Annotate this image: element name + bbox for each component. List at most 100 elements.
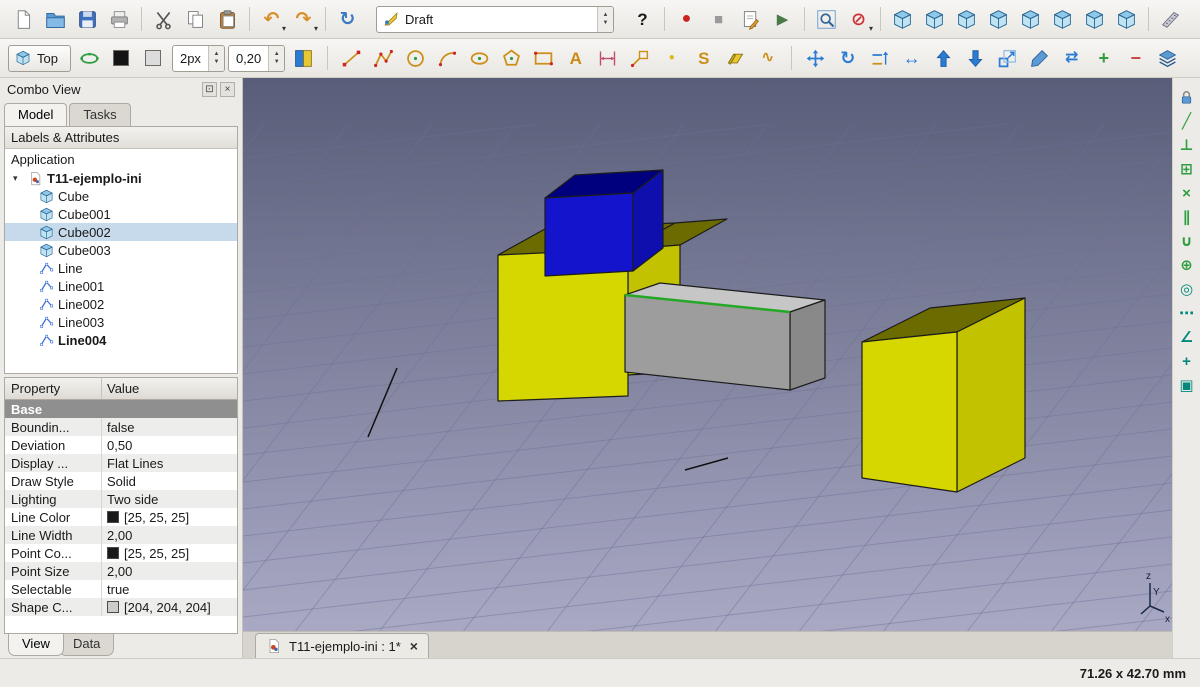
draft-move-button[interactable] (800, 43, 831, 74)
right-cube-front-face[interactable] (862, 332, 957, 492)
workbench-selector[interactable]: Draft ▲▼ (376, 6, 614, 33)
snap-angle-button[interactable]: ∠ (1175, 326, 1199, 349)
tree-item-T11-ejemplo-ini[interactable]: ▾T11-ejemplo-ini (5, 169, 237, 187)
draw-style-button[interactable]: ⊘▾ (843, 4, 874, 35)
beam-end-face[interactable] (790, 300, 825, 390)
draft-bezier-button[interactable]: ∿ (752, 43, 783, 74)
property-value[interactable]: [25, 25, 25] (102, 546, 237, 561)
open-document-button[interactable] (40, 4, 71, 35)
draft-polyline-button[interactable] (368, 43, 399, 74)
draft-dimension-button[interactable] (592, 43, 623, 74)
blue-cube-front-face[interactable] (545, 193, 633, 276)
draft-circle-button[interactable] (400, 43, 431, 74)
property-row-point-size[interactable]: Point Size2,00 (5, 562, 237, 580)
snap-lock-button[interactable] (1175, 86, 1199, 109)
property-row-point-co-[interactable]: Point Co...[25, 25, 25] (5, 544, 237, 562)
line-width-spinbox[interactable]: 2px ▲▼ (172, 45, 225, 72)
tree-item-Cube[interactable]: Cube (5, 187, 237, 205)
draft-to-sketch-button[interactable]: ⇄ (1056, 43, 1087, 74)
tree-item-Cube003[interactable]: Cube003 (5, 241, 237, 259)
property-row-boundin-[interactable]: Boundin...false (5, 418, 237, 436)
property-row-line-color[interactable]: Line Color[25, 25, 25] (5, 508, 237, 526)
redo-button[interactable]: ↷▾ (288, 4, 319, 35)
draft-edit-button[interactable] (1024, 43, 1055, 74)
spin-down-icon[interactable]: ▼ (274, 58, 280, 66)
draft-offset-button[interactable] (864, 43, 895, 74)
view-bottom-button[interactable] (1079, 4, 1110, 35)
property-row-lighting[interactable]: LightingTwo side (5, 490, 237, 508)
tree-item-Line004[interactable]: Line004 (5, 331, 237, 349)
line-color-button[interactable] (106, 43, 137, 74)
property-value[interactable]: 0,50 (102, 438, 237, 453)
snap-extension-button[interactable]: + (1175, 350, 1199, 373)
snap-ortho-button[interactable]: ⋯ (1175, 302, 1199, 325)
draft-text-button[interactable]: A (560, 43, 591, 74)
spin-up-icon[interactable]: ▲ (603, 11, 609, 19)
view-left-button[interactable] (1111, 4, 1142, 35)
tree-item-Line003[interactable]: Line003 (5, 313, 237, 331)
macro-record-button[interactable]: ● (671, 4, 702, 35)
draft-rectangle-button[interactable] (528, 43, 559, 74)
property-value[interactable]: false (102, 420, 237, 435)
spin-up-icon[interactable]: ▲ (213, 50, 219, 58)
snap-center-button[interactable]: ⊕ (1175, 254, 1199, 277)
viewport-3d[interactable]: z Y x (243, 78, 1172, 631)
select-plane-button[interactable] (74, 43, 105, 74)
draft-point-button[interactable]: ● (656, 43, 687, 74)
property-row-selectable[interactable]: Selectabletrue (5, 580, 237, 598)
spin-down-icon[interactable]: ▼ (213, 58, 219, 66)
draft-polygon-button[interactable] (496, 43, 527, 74)
macro-stop-button[interactable]: ■ (703, 4, 734, 35)
tree-item-Cube001[interactable]: Cube001 (5, 205, 237, 223)
snap-tangent-button[interactable]: ∪ (1175, 230, 1199, 253)
draft-downgrade-button[interactable] (960, 43, 991, 74)
draft-add-point-button[interactable]: + (1088, 43, 1119, 74)
property-row-deviation[interactable]: Deviation0,50 (5, 436, 237, 454)
draft-remove-point-button[interactable]: − (1120, 43, 1151, 74)
property-row-display-[interactable]: Display ...Flat Lines (5, 454, 237, 472)
draft-label-button[interactable] (624, 43, 655, 74)
new-document-button[interactable] (8, 4, 39, 35)
draft-arc-button[interactable] (432, 43, 463, 74)
expander-icon[interactable]: ▾ (13, 173, 24, 184)
snap-intersection-button[interactable]: × (1175, 182, 1199, 205)
snap-working-plane-button[interactable]: ▣ (1175, 374, 1199, 397)
whats-this-button[interactable]: ? (627, 4, 658, 35)
right-cube-side-face[interactable] (957, 298, 1025, 492)
workbench-spinner[interactable]: ▲▼ (597, 7, 613, 32)
copy-button[interactable] (180, 4, 211, 35)
macro-execute-button[interactable]: ▶ (767, 4, 798, 35)
tab-data[interactable]: Data (59, 634, 114, 656)
property-value[interactable]: 2,00 (102, 528, 237, 543)
tab-model[interactable]: Model (4, 103, 67, 126)
view-direction-button[interactable]: Top (8, 45, 71, 72)
apply-current-style-button[interactable] (288, 43, 319, 74)
property-row-line-width[interactable]: Line Width2,00 (5, 526, 237, 544)
close-document-icon[interactable]: × (408, 638, 418, 654)
tree-item-Cube002[interactable]: Cube002 (5, 223, 237, 241)
draft-bspline-button[interactable]: S (688, 43, 719, 74)
view-fit-all-button[interactable] (887, 4, 918, 35)
draft-scale-button[interactable] (992, 43, 1023, 74)
box-zoom-button[interactable] (811, 4, 842, 35)
print-button[interactable] (104, 4, 135, 35)
property-value[interactable]: [25, 25, 25] (102, 510, 237, 525)
property-row-shape-c-[interactable]: Shape C...[204, 204, 204] (5, 598, 237, 616)
measure-distance-button[interactable] (1155, 4, 1186, 35)
draft-ellipse-button[interactable] (464, 43, 495, 74)
property-value[interactable]: Flat Lines (102, 456, 237, 471)
snap-grid-button[interactable]: ⊞ (1175, 158, 1199, 181)
view-rear-button[interactable] (1047, 4, 1078, 35)
tab-tasks[interactable]: Tasks (69, 103, 130, 126)
view-top-button[interactable] (983, 4, 1014, 35)
tab-view[interactable]: View (8, 634, 64, 656)
macro-edit-button[interactable] (735, 4, 766, 35)
draft-upgrade-button[interactable] (928, 43, 959, 74)
property-value[interactable]: 2,00 (102, 564, 237, 579)
3d-scene[interactable]: z Y x (243, 78, 1172, 631)
text-scale-spinbox[interactable]: 0,20 ▲▼ (228, 45, 285, 72)
draft-facebinder-button[interactable] (720, 43, 751, 74)
property-value[interactable]: Two side (102, 492, 237, 507)
property-row-draw-style[interactable]: Draw StyleSolid (5, 472, 237, 490)
draft-trimex-button[interactable]: ↔ (896, 43, 927, 74)
